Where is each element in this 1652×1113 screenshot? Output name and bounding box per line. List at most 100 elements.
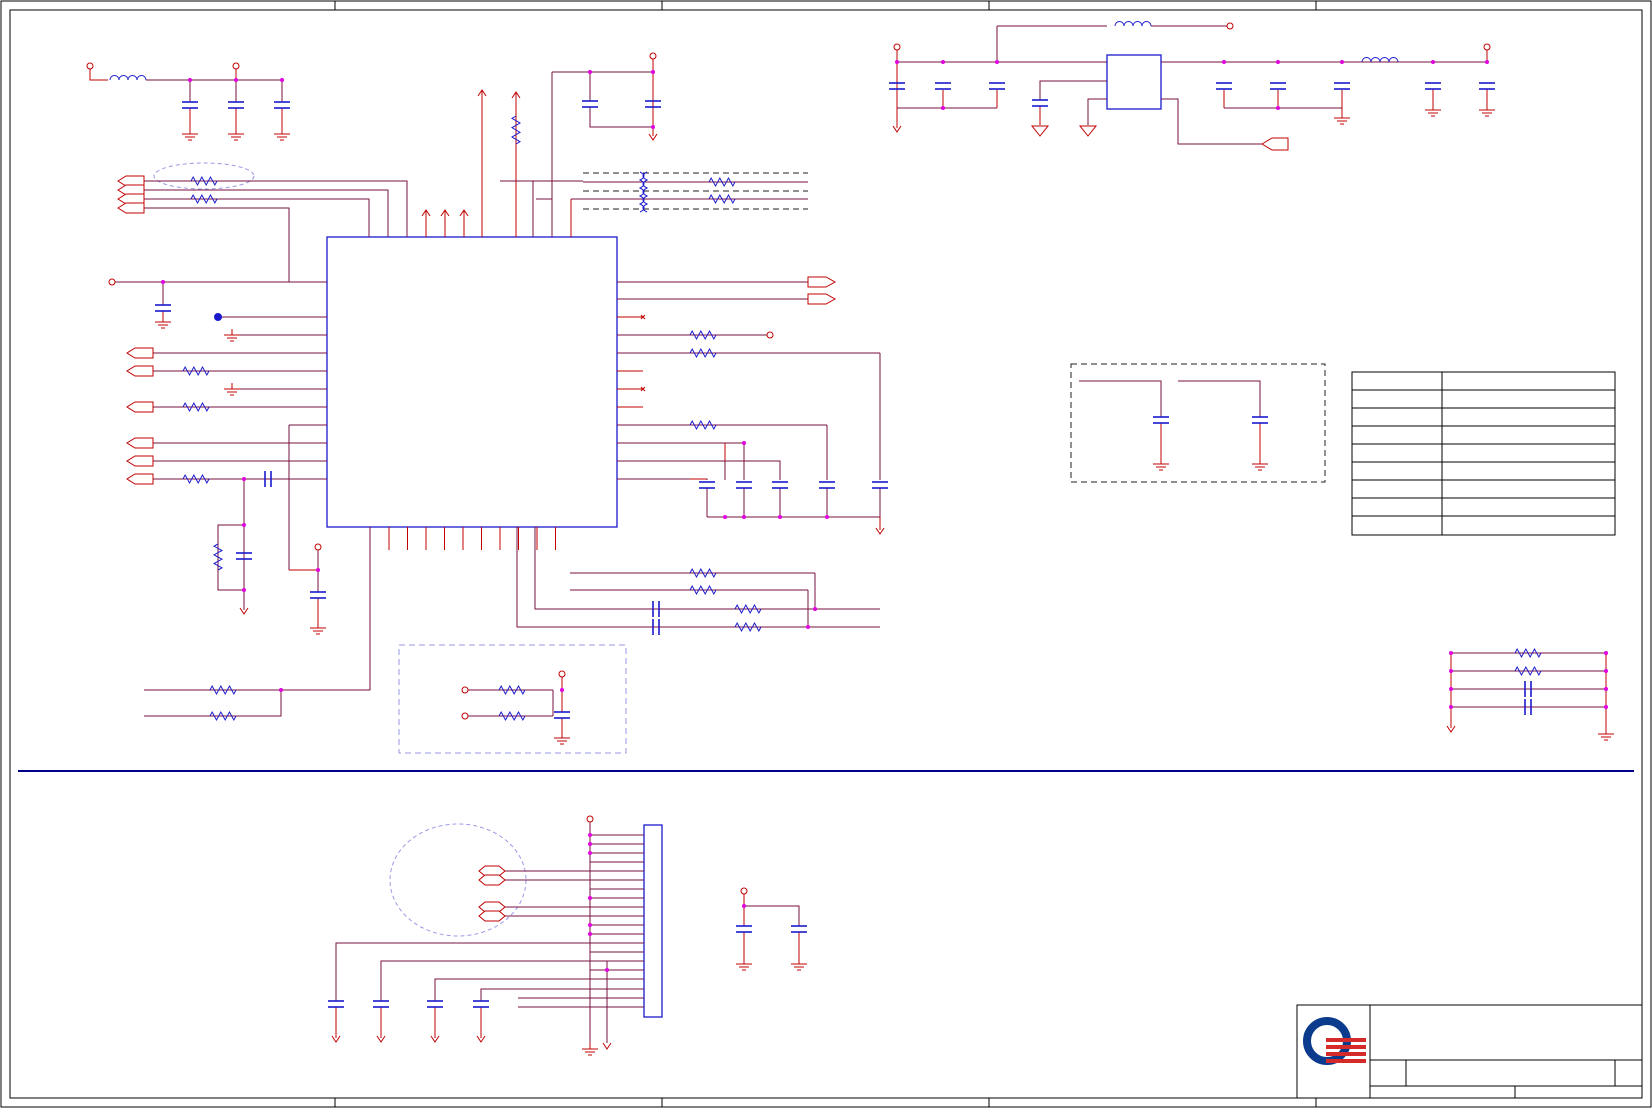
offpage-connector-icon bbox=[807, 293, 837, 305]
junction bbox=[280, 78, 284, 82]
ground-icon bbox=[1425, 104, 1441, 117]
junction bbox=[279, 688, 283, 692]
wire bbox=[534, 527, 880, 610]
wire bbox=[144, 207, 327, 283]
capacitor bbox=[736, 925, 752, 933]
capacitor bbox=[791, 925, 807, 933]
junction bbox=[1431, 60, 1435, 64]
junction bbox=[806, 625, 810, 629]
power-port-icon bbox=[586, 815, 594, 823]
resistor bbox=[209, 710, 237, 722]
junction bbox=[778, 515, 782, 519]
resistor bbox=[190, 193, 218, 205]
voltage-regulator[interactable] bbox=[1106, 54, 1162, 110]
capacitor bbox=[989, 82, 1005, 90]
junction bbox=[588, 70, 592, 74]
resistor bbox=[190, 175, 218, 187]
ground-icon bbox=[554, 732, 570, 745]
offpage-connector-icon bbox=[478, 874, 506, 886]
inductor bbox=[109, 75, 147, 81]
junction bbox=[605, 968, 609, 972]
junction bbox=[742, 441, 746, 445]
capacitor bbox=[1216, 82, 1232, 90]
capacitor bbox=[699, 481, 715, 489]
board-connector[interactable] bbox=[643, 824, 663, 1018]
capacitor bbox=[473, 1000, 489, 1008]
junction bbox=[316, 568, 320, 572]
power-port-icon bbox=[558, 670, 566, 678]
power-port-icon bbox=[461, 712, 469, 720]
ground-icon bbox=[791, 958, 807, 971]
junction bbox=[1485, 60, 1489, 64]
wire bbox=[1178, 380, 1261, 417]
junction bbox=[588, 851, 592, 855]
capacitor bbox=[310, 591, 326, 599]
junction bbox=[588, 923, 592, 927]
junction bbox=[742, 904, 746, 908]
wire bbox=[744, 905, 800, 926]
resistor bbox=[498, 710, 526, 722]
junction bbox=[941, 60, 945, 64]
company-logo-icon bbox=[1303, 1017, 1366, 1065]
capacitor bbox=[274, 101, 290, 109]
junction bbox=[242, 588, 246, 592]
wire bbox=[1079, 380, 1162, 417]
offpage-connector-icon bbox=[126, 347, 154, 359]
junction bbox=[188, 78, 192, 82]
capacitor bbox=[182, 101, 198, 109]
resistor bbox=[1514, 665, 1542, 677]
title-block bbox=[1296, 1004, 1643, 1099]
wire bbox=[380, 960, 590, 1001]
power-port-icon bbox=[108, 278, 116, 286]
capacitor bbox=[1334, 82, 1350, 90]
resistor bbox=[212, 543, 224, 571]
power-port-icon bbox=[1226, 22, 1234, 30]
ground-icon bbox=[736, 958, 752, 971]
junction bbox=[588, 842, 592, 846]
resistor bbox=[182, 473, 210, 485]
ground-icon bbox=[582, 1043, 598, 1056]
schematic-sheet bbox=[0, 0, 1652, 1108]
main-ic[interactable] bbox=[326, 236, 618, 528]
wire bbox=[89, 69, 108, 81]
junction bbox=[1449, 705, 1453, 709]
junction bbox=[588, 896, 592, 900]
resistor bbox=[689, 329, 717, 341]
junction bbox=[234, 78, 238, 82]
junction bbox=[1449, 669, 1453, 673]
junction bbox=[1604, 651, 1608, 655]
power-port-icon bbox=[86, 62, 94, 70]
ground-icon bbox=[1030, 125, 1050, 137]
wire bbox=[1161, 98, 1262, 145]
junction bbox=[1276, 106, 1280, 110]
junction bbox=[1340, 60, 1344, 64]
junction bbox=[941, 106, 945, 110]
resistor bbox=[182, 365, 210, 377]
junction bbox=[895, 60, 899, 64]
ground-icon bbox=[228, 128, 244, 141]
junction bbox=[161, 280, 165, 284]
offpage-connector-icon bbox=[126, 365, 154, 377]
junction bbox=[242, 477, 246, 481]
wire bbox=[1039, 80, 1107, 100]
capacitor bbox=[328, 1000, 344, 1008]
no-connect-dot bbox=[214, 313, 222, 321]
components bbox=[86, 21, 1614, 1056]
ground-icon bbox=[182, 128, 198, 141]
resistor bbox=[689, 584, 717, 596]
resistor bbox=[689, 419, 717, 431]
resistor bbox=[734, 603, 762, 615]
offpage-connector-icon bbox=[117, 202, 145, 214]
junction bbox=[1604, 687, 1608, 691]
power-port-icon bbox=[1483, 43, 1491, 51]
resistor bbox=[708, 176, 736, 188]
junction bbox=[1449, 651, 1453, 655]
capacitor bbox=[872, 481, 888, 489]
ground-icon bbox=[224, 329, 240, 342]
revision-table bbox=[1351, 371, 1616, 536]
ground-icon bbox=[1598, 728, 1614, 741]
junction bbox=[1604, 669, 1608, 673]
wire bbox=[144, 198, 370, 237]
junction bbox=[1604, 705, 1608, 709]
offpage-connector-icon bbox=[126, 473, 154, 485]
